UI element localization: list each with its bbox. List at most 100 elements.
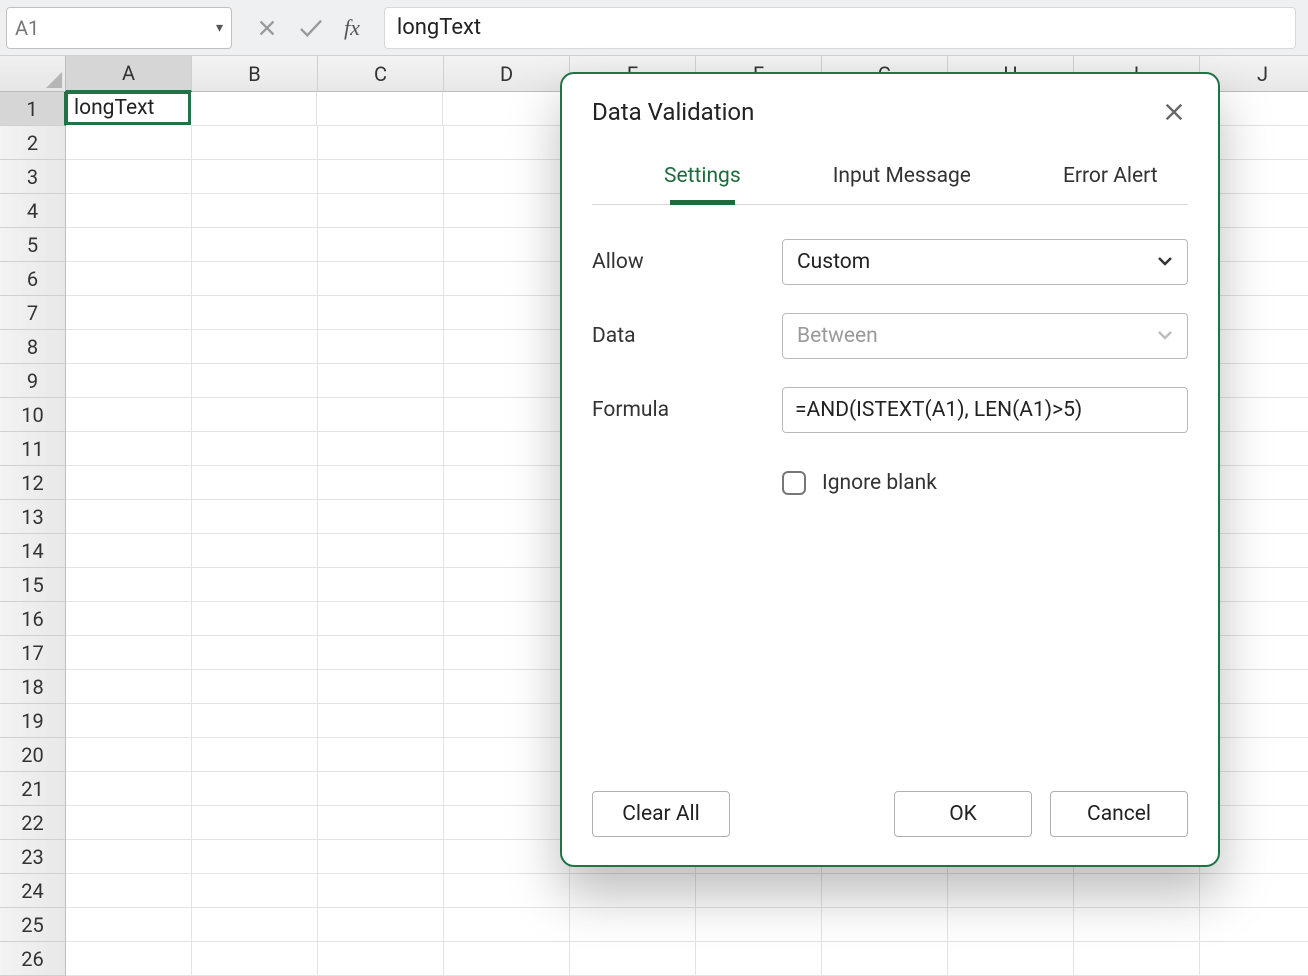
cell[interactable] xyxy=(192,568,318,602)
cell[interactable] xyxy=(318,738,444,772)
row-header[interactable]: 23 xyxy=(0,840,66,874)
cell[interactable] xyxy=(1074,942,1200,976)
cell[interactable] xyxy=(192,364,318,398)
cell[interactable] xyxy=(192,126,318,160)
cell[interactable] xyxy=(317,92,443,126)
cancel-button[interactable]: Cancel xyxy=(1050,791,1188,837)
tab-settings[interactable]: Settings xyxy=(664,164,741,204)
cell[interactable] xyxy=(192,772,318,806)
cell[interactable] xyxy=(192,296,318,330)
row-header[interactable]: 8 xyxy=(0,330,66,364)
tab-input-message[interactable]: Input Message xyxy=(833,164,971,204)
row-header[interactable]: 5 xyxy=(0,228,66,262)
cell[interactable] xyxy=(696,908,822,942)
cell[interactable] xyxy=(318,228,444,262)
row-header[interactable]: 22 xyxy=(0,806,66,840)
cell[interactable]: longText xyxy=(65,91,191,125)
cell[interactable] xyxy=(822,908,948,942)
cell[interactable] xyxy=(66,670,192,704)
cell[interactable] xyxy=(822,874,948,908)
cell[interactable] xyxy=(444,670,570,704)
cell[interactable] xyxy=(444,840,570,874)
row-header[interactable]: 6 xyxy=(0,262,66,296)
cell[interactable] xyxy=(66,908,192,942)
cell[interactable] xyxy=(822,942,948,976)
cell[interactable] xyxy=(66,466,192,500)
cell[interactable] xyxy=(318,466,444,500)
row-header[interactable]: 17 xyxy=(0,636,66,670)
cell[interactable] xyxy=(444,738,570,772)
cell[interactable] xyxy=(1074,874,1200,908)
cell[interactable] xyxy=(318,670,444,704)
cell[interactable] xyxy=(66,432,192,466)
cell[interactable] xyxy=(192,330,318,364)
cell[interactable] xyxy=(570,942,696,976)
cell[interactable] xyxy=(318,942,444,976)
cell[interactable] xyxy=(66,398,192,432)
formula-input[interactable]: longText xyxy=(384,7,1296,49)
cell[interactable] xyxy=(192,670,318,704)
row-header[interactable]: 1 xyxy=(0,92,66,126)
cell[interactable] xyxy=(66,772,192,806)
cell[interactable] xyxy=(192,500,318,534)
column-header[interactable]: B xyxy=(192,56,318,92)
tab-error-alert[interactable]: Error Alert xyxy=(1063,164,1158,204)
cell[interactable] xyxy=(192,806,318,840)
cell[interactable] xyxy=(318,908,444,942)
cell[interactable] xyxy=(444,364,570,398)
name-box[interactable]: A1 ▾ xyxy=(6,7,232,49)
cell[interactable] xyxy=(444,330,570,364)
cell[interactable] xyxy=(318,194,444,228)
cell[interactable] xyxy=(444,126,570,160)
cell[interactable] xyxy=(192,908,318,942)
cell[interactable] xyxy=(444,602,570,636)
row-header[interactable]: 26 xyxy=(0,942,66,976)
cell[interactable] xyxy=(318,704,444,738)
cell[interactable] xyxy=(444,568,570,602)
ok-button[interactable]: OK xyxy=(894,791,1032,837)
cell[interactable] xyxy=(318,602,444,636)
cell[interactable] xyxy=(66,228,192,262)
row-header[interactable]: 20 xyxy=(0,738,66,772)
cell[interactable] xyxy=(66,602,192,636)
cell[interactable] xyxy=(444,262,570,296)
column-header[interactable]: D xyxy=(444,56,570,92)
cell[interactable] xyxy=(192,602,318,636)
cell[interactable] xyxy=(192,874,318,908)
row-header[interactable]: 18 xyxy=(0,670,66,704)
cell[interactable] xyxy=(318,262,444,296)
cell[interactable] xyxy=(696,874,822,908)
cell[interactable] xyxy=(66,636,192,670)
row-header[interactable]: 13 xyxy=(0,500,66,534)
cell[interactable] xyxy=(318,432,444,466)
cell[interactable] xyxy=(318,840,444,874)
cell[interactable] xyxy=(318,160,444,194)
cell[interactable] xyxy=(192,398,318,432)
column-header[interactable]: C xyxy=(318,56,444,92)
cell[interactable] xyxy=(192,432,318,466)
cell[interactable] xyxy=(192,466,318,500)
cell[interactable] xyxy=(570,874,696,908)
cell[interactable] xyxy=(948,908,1074,942)
cell[interactable] xyxy=(444,398,570,432)
cell[interactable] xyxy=(444,874,570,908)
cell[interactable] xyxy=(444,636,570,670)
cell[interactable] xyxy=(66,840,192,874)
cell[interactable] xyxy=(1074,908,1200,942)
fx-label[interactable]: fx xyxy=(344,15,360,41)
row-header[interactable]: 19 xyxy=(0,704,66,738)
cell[interactable] xyxy=(192,942,318,976)
cell[interactable] xyxy=(444,500,570,534)
cell[interactable] xyxy=(66,364,192,398)
cell[interactable] xyxy=(66,704,192,738)
cell[interactable] xyxy=(318,874,444,908)
row-header[interactable]: 21 xyxy=(0,772,66,806)
row-header[interactable]: 7 xyxy=(0,296,66,330)
cell[interactable] xyxy=(444,908,570,942)
cell[interactable] xyxy=(1200,908,1308,942)
cell[interactable] xyxy=(66,296,192,330)
row-header[interactable]: 3 xyxy=(0,160,66,194)
cell[interactable] xyxy=(192,534,318,568)
formula-field[interactable]: =AND(ISTEXT(A1), LEN(A1)>5) xyxy=(782,387,1188,433)
cell[interactable] xyxy=(444,228,570,262)
